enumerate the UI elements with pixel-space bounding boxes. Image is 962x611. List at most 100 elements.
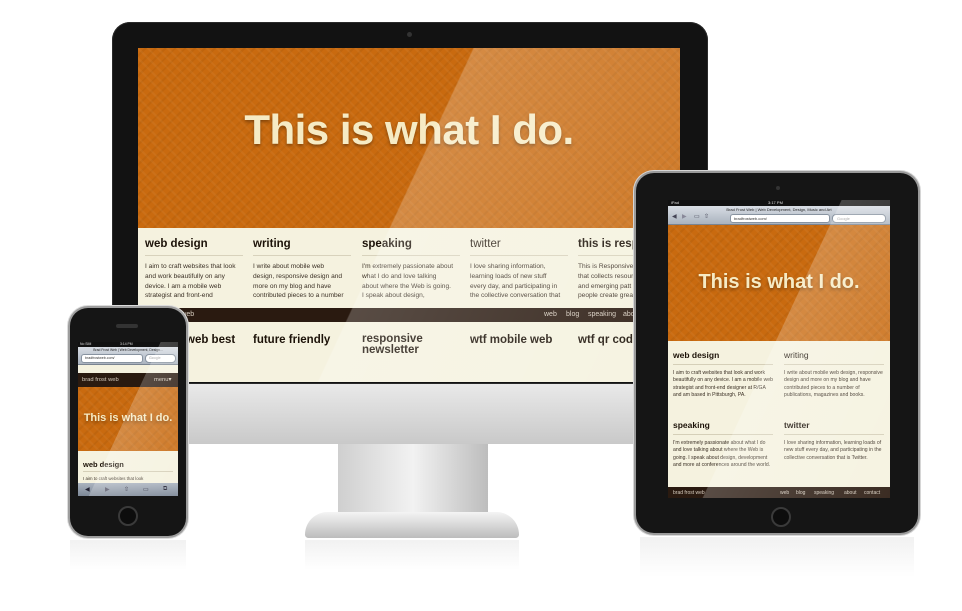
lower-content: web best future friendly responsive news…	[138, 322, 680, 382]
lower-heading: web best	[186, 334, 236, 346]
nav-link-contact[interactable]: contact	[864, 490, 880, 496]
monitor-base	[305, 512, 519, 538]
section-card: web design I aim to craft websites that …	[673, 350, 773, 400]
nav-link-web[interactable]: web	[780, 490, 789, 496]
tablet-screen: iPad 3:17 PM Brad Frost Web | Web Develo…	[668, 200, 890, 498]
browser-bottom-bar: ◀ ▶ ⇧ ▭ ⧉	[78, 483, 178, 496]
column-title: writing	[253, 238, 291, 250]
phone-speaker	[116, 324, 138, 328]
site-brand[interactable]: brad frost web	[82, 377, 119, 383]
clock: 3:14 PM	[120, 342, 133, 346]
column-line: every day, and participating in	[470, 282, 558, 290]
nav-brand[interactable]: brad frost web	[673, 490, 705, 496]
column-line: I'm extremely passionate about	[362, 263, 454, 270]
monitor-chin	[112, 384, 708, 444]
section-text: I'm extremely passionate about what I do…	[673, 440, 771, 469]
monitor-reflection	[305, 540, 519, 570]
section-text: I write about mobile web design, respons…	[784, 370, 883, 399]
section-card: speaking I'm extremely passionate about …	[673, 420, 773, 470]
column-line: and work beautifully on any	[145, 272, 225, 280]
hero-banner: This is what I do.	[138, 48, 680, 228]
site-header: brad frost web menu▾	[78, 373, 178, 387]
share-icon[interactable]: ⇧	[124, 486, 129, 493]
search-field[interactable]: Google	[145, 354, 176, 363]
address-bar[interactable]: bradfrostweb.com/	[730, 214, 830, 223]
column-line: about where the Web is going.	[362, 282, 451, 290]
bookmarks-icon[interactable]: ▭	[694, 213, 700, 220]
clock: 3:17 PM	[768, 200, 783, 205]
column-title: web design	[145, 238, 208, 250]
section-text: I aim to craft websites that look and wo…	[673, 370, 773, 399]
url-text: bradfrostweb.com/	[734, 216, 767, 221]
section-title: writing	[784, 350, 809, 360]
column-title: speaking	[362, 238, 412, 250]
hero-banner: This is what I do.	[668, 225, 890, 341]
url-text: bradfrostweb.com/	[85, 356, 115, 360]
section-card: twitter I love sharing information, lear…	[784, 420, 884, 462]
page-title: Brad Frost Web | Web Development, Design…	[93, 348, 163, 352]
lower-heading: wtf mobile web	[470, 334, 553, 346]
nav-link-speaking[interactable]: speaking	[588, 311, 616, 318]
hero-title: This is what I do.	[698, 271, 860, 293]
nav-link-blog[interactable]: blog	[796, 490, 805, 496]
forward-icon[interactable]: ▶	[682, 213, 687, 220]
section-title: twitter	[784, 420, 810, 430]
column-line: I speak about design,	[362, 292, 425, 300]
browser-toolbar: Brad Frost Web | Web Development, Design…	[668, 206, 890, 225]
home-button[interactable]	[118, 506, 138, 526]
column-line: strategist and front-end	[145, 292, 213, 300]
section-title: speaking	[673, 420, 710, 430]
section-text: I love sharing information, learning loa…	[784, 440, 882, 461]
content-area: web design I aim to craft websites that …	[138, 228, 680, 308]
hero-title: This is what I do.	[83, 412, 173, 424]
column-line: what I do and love talking	[362, 272, 437, 280]
column-line: the collective conversation that	[470, 292, 561, 300]
back-icon[interactable]: ◀	[85, 486, 90, 493]
column-line: more on my blog and have	[253, 282, 332, 290]
tablet-camera	[776, 186, 780, 190]
address-bar[interactable]: bradfrostweb.com/	[81, 354, 143, 363]
content-column: web design I aim to craft websites that …	[145, 238, 243, 301]
share-icon[interactable]: ⇧	[704, 213, 709, 220]
column-line: I aim to craft websites that look	[145, 263, 236, 270]
back-icon[interactable]: ◀	[672, 213, 677, 220]
search-field[interactable]: Google	[832, 214, 886, 223]
menu-toggle[interactable]: menu▾	[154, 377, 171, 383]
home-button[interactable]	[771, 507, 791, 527]
content-column: speaking I'm extremely passionate about …	[362, 238, 460, 301]
lower-heading: future friendly	[253, 334, 331, 346]
browser-toolbar: Brad Frost Web | Web Development, Design…	[78, 347, 178, 365]
hero-title: This is what I do.	[244, 106, 574, 153]
column-line: device. I am a mobile web	[145, 282, 222, 290]
search-placeholder: Google	[837, 216, 850, 221]
content-column: twitter I love sharing information, lear…	[470, 238, 568, 301]
nav-link-web[interactable]: web	[544, 311, 557, 318]
carrier-label: iPad	[671, 200, 680, 205]
column-line: I write about mobile web	[253, 263, 325, 270]
page-title: Brad Frost Web | Web Development, Design…	[726, 207, 832, 212]
site-nav: brad frost web web blog speaking about c…	[668, 487, 890, 498]
forward-icon[interactable]: ▶	[105, 486, 110, 493]
tablet-reflection	[640, 537, 914, 577]
search-placeholder: Google	[149, 356, 161, 360]
tabs-icon[interactable]: ⧉	[163, 486, 167, 493]
phone-reflection	[70, 540, 186, 570]
bookmarks-icon[interactable]: ▭	[143, 486, 149, 493]
phone-screen: No SIM 3:14 PM Brad Frost Web | Web Deve…	[78, 342, 178, 496]
site-nav: ost web web blog speaking abo	[138, 308, 680, 322]
lower-heading: wtf qr code	[578, 334, 640, 346]
nav-link-speaking[interactable]: speaking	[814, 490, 834, 496]
column-title: twitter	[470, 238, 501, 250]
nav-link-about[interactable]: abo	[623, 311, 635, 318]
carrier-label: No SIM	[80, 342, 92, 346]
lower-heading: responsive newsletter	[362, 333, 423, 356]
nav-link-blog[interactable]: blog	[566, 311, 579, 318]
divider	[83, 471, 173, 472]
monitor-camera	[407, 32, 412, 37]
desktop-screen: This is what I do. web design I aim to c…	[138, 48, 680, 382]
section-title: web design	[83, 460, 124, 469]
section-text: I aim to craft websites that look	[83, 476, 144, 481]
content-column: writing I write about mobile web design,…	[253, 238, 351, 301]
nav-link-about[interactable]: about	[844, 490, 857, 496]
column-line: learning loads of new stuff	[470, 272, 547, 280]
